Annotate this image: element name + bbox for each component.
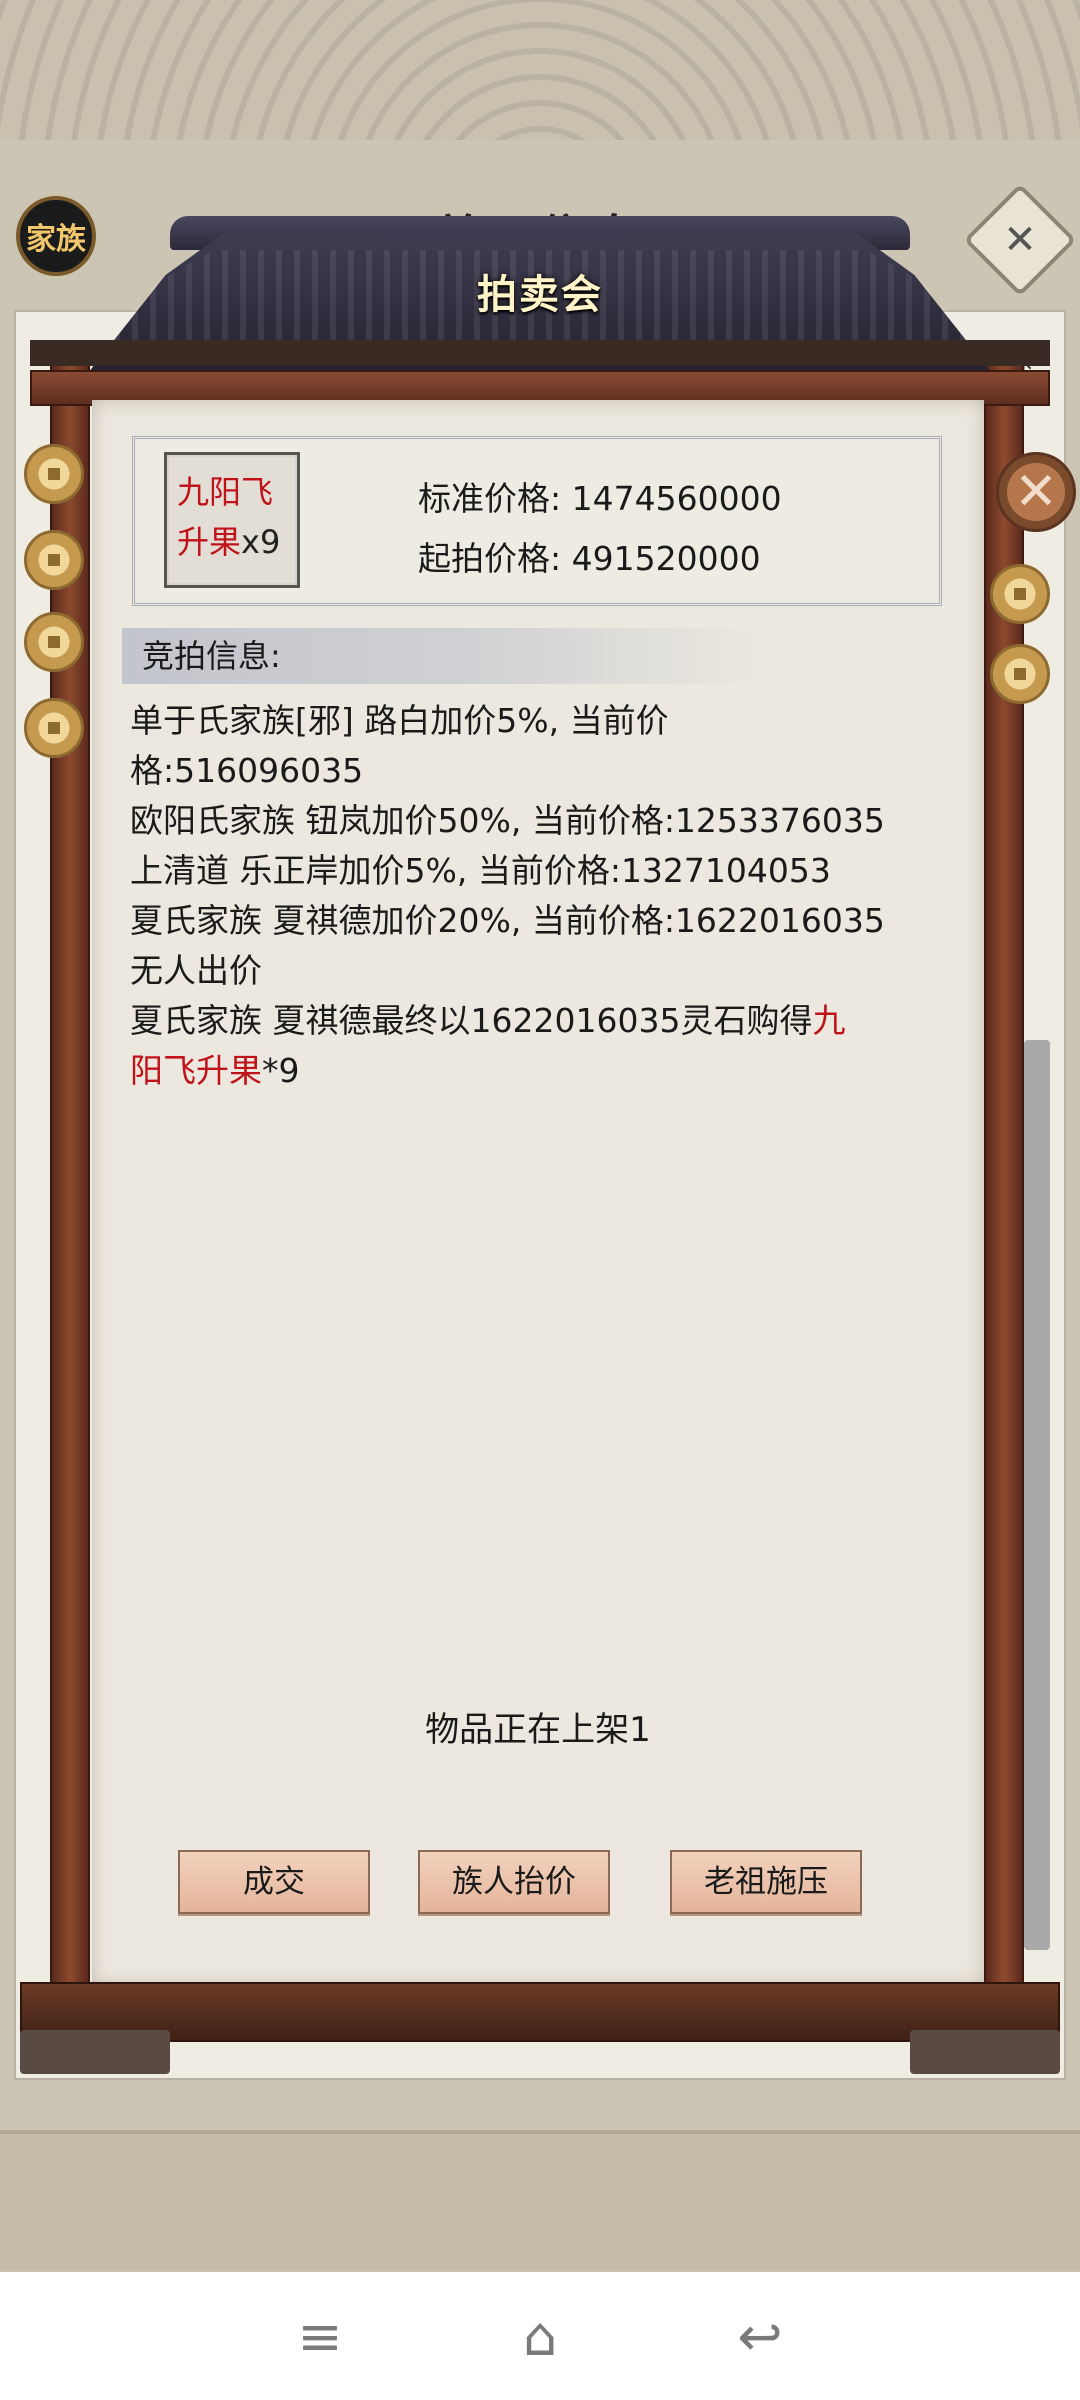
item-slot[interactable]: 九阳飞 升果x9 <box>164 452 300 588</box>
bid-log-line: 夏氏家族 夏祺德加价20%, 当前价格:1622016035 <box>130 901 885 940</box>
bid-log-line: 欧阳氏家族 钮岚加价50%, 当前价格:1253376035 <box>130 801 885 840</box>
bid-log-line: 上清道 乐正岸加价5%, 当前价格:1327104053 <box>130 851 831 890</box>
item-count: x9 <box>241 523 281 561</box>
popup-title: 拍卖会 <box>477 272 603 318</box>
final-item-name-b: 阳飞升果 <box>130 1051 262 1090</box>
ancestor-pressure-button[interactable]: 老祖施压 <box>670 1850 862 1914</box>
underlying-scrollbar[interactable] <box>1024 1040 1050 1950</box>
listing-status: 物品正在上架1 <box>425 1710 651 1750</box>
start-price: 起拍价格: 491520000 <box>418 539 761 578</box>
roof-eave <box>30 340 1050 366</box>
bid-info-header: 竞拍信息: <box>122 628 762 684</box>
system-navigation-bar: ≡ ⌂ ↩ <box>0 2272 1080 2400</box>
bid-log: 单于氏家族[邪] 路白加价5%, 当前价 格:516096035 欧阳氏家族 钮… <box>130 696 930 1096</box>
auction-paper: 九阳飞 升果x9 标准价格: 1474560000 起拍价格: 49152000… <box>92 400 984 1985</box>
coin-icon <box>990 564 1050 624</box>
coin-icon <box>24 612 84 672</box>
coin-icon <box>990 644 1050 704</box>
final-item-count: *9 <box>262 1051 300 1090</box>
bid-log-line-final: 夏氏家族 夏祺德最终以1622016035灵石购得九阳飞升果*9 <box>130 996 930 1096</box>
coin-icon <box>24 698 84 758</box>
close-icon: ✕ <box>1014 462 1058 522</box>
item-name: 九阳飞 升果x9 <box>177 467 287 567</box>
bid-log-line: 单于氏家族[邪] 路白加价5%, 当前价 <box>130 701 669 740</box>
menu-icon[interactable]: ≡ <box>270 2296 370 2376</box>
back-icon[interactable]: ↩ <box>710 2296 810 2376</box>
coin-icon <box>24 444 84 504</box>
family-badge-button[interactable]: 家族 <box>16 196 96 276</box>
bid-log-line: 格:516096035 <box>130 751 364 790</box>
background-pattern-top <box>0 0 1080 150</box>
pillar-base-left <box>20 2030 170 2074</box>
bid-log-line: 无人出价 <box>130 951 262 990</box>
clan-raise-button[interactable]: 族人抬价 <box>418 1850 610 1914</box>
deal-button[interactable]: 成交 <box>178 1850 370 1914</box>
home-icon[interactable]: ⌂ <box>490 2296 590 2376</box>
bottom-beam <box>20 1982 1060 2042</box>
item-name-line2: 升果 <box>177 523 242 561</box>
standard-price: 标准价格: 1474560000 <box>418 479 782 518</box>
final-text: 夏氏家族 夏祺德最终以1622016035灵石购得 <box>130 1001 813 1040</box>
final-item-name-a: 九 <box>812 1001 846 1040</box>
popup-close-button[interactable]: ✕ <box>996 452 1076 532</box>
coin-icon <box>24 530 84 590</box>
pillar-base-right <box>910 2030 1060 2074</box>
left-pillar <box>50 360 90 2010</box>
close-icon: ✕ <box>1003 217 1037 263</box>
background-pattern-bottom <box>0 2130 1080 2270</box>
item-name-line1: 九阳飞 <box>177 473 274 511</box>
